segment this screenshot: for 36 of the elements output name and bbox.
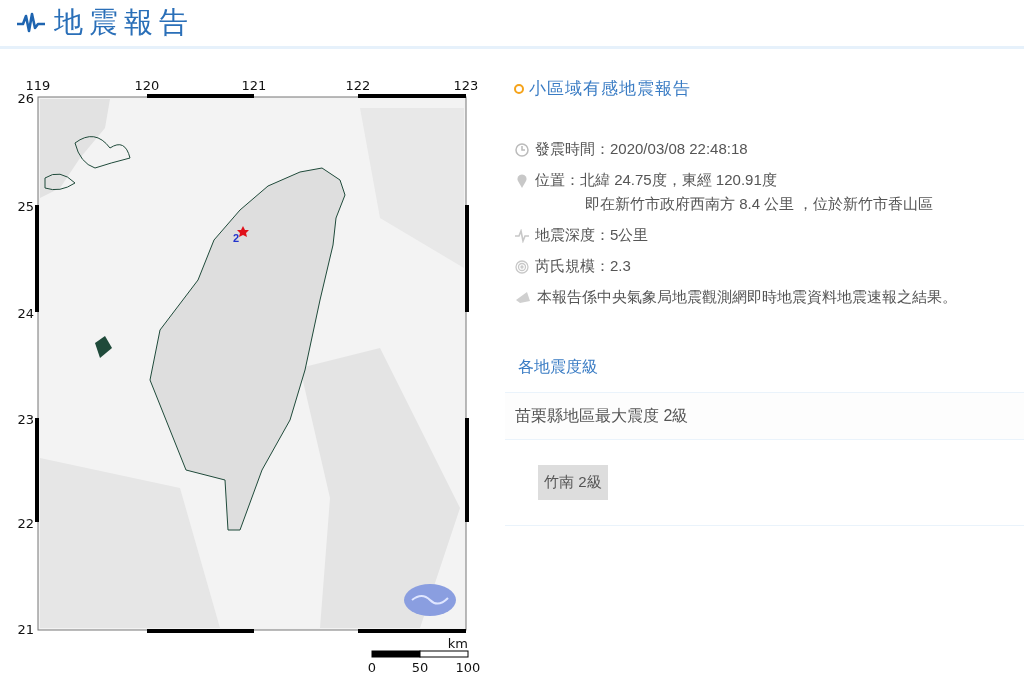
detail-text: 發震時間：2020/03/08 22:48:18 <box>535 140 748 159</box>
latitude-label: 23 <box>17 412 34 427</box>
longitude-label: 123 <box>453 78 479 93</box>
page-title: 地震報告 <box>54 5 194 40</box>
detail-text: 地震深度：5公里 <box>535 226 649 245</box>
longitude-label: 120 <box>134 78 160 93</box>
scale-unit: km <box>447 636 468 651</box>
seismograph-wave-icon <box>16 12 46 34</box>
concentric-circles-icon <box>515 259 529 274</box>
report-title: 小區域有感地震報告 <box>529 78 691 100</box>
map-pin-icon <box>515 173 529 188</box>
latitude-label: 24 <box>17 306 34 321</box>
intensity-label: 2 <box>233 232 240 244</box>
detail-text: 芮氏規模：2.3 <box>535 257 631 276</box>
longitude-label: 121 <box>241 78 267 93</box>
detail-text: 位置：北緯 24.75度，東經 120.91度 <box>535 171 777 190</box>
max-intensity-text: 苗栗縣地區最大震度 2級 <box>515 405 689 426</box>
longitude-label: 119 <box>25 78 51 93</box>
detail-subtext: 即在新竹市政府西南方 8.4 公里 ，位於新竹市香山區 <box>584 195 935 214</box>
scale-label: 0 <box>367 660 377 675</box>
wave-icon <box>515 228 529 243</box>
agency-emblem-icon <box>404 584 456 616</box>
epicenter-star-icon <box>237 226 249 237</box>
section-heading: 各地震度級 <box>517 357 599 377</box>
ring-icon <box>514 83 524 94</box>
latitude-label: 26 <box>17 91 34 106</box>
megaphone-icon <box>515 290 531 305</box>
scale-label: 50 <box>411 660 429 675</box>
detail-text: 本報告係中央氣象局地震觀測網即時地震資料地震速報之結果。 <box>537 288 957 307</box>
latitude-label: 25 <box>17 199 34 214</box>
latitude-label: 22 <box>17 516 34 531</box>
station-intensity-tag: 竹南 2級 <box>538 465 608 500</box>
longitude-label: 122 <box>345 78 371 93</box>
latitude-label: 21 <box>17 622 34 637</box>
scale-label: 100 <box>455 660 481 675</box>
clock-icon <box>515 142 529 157</box>
